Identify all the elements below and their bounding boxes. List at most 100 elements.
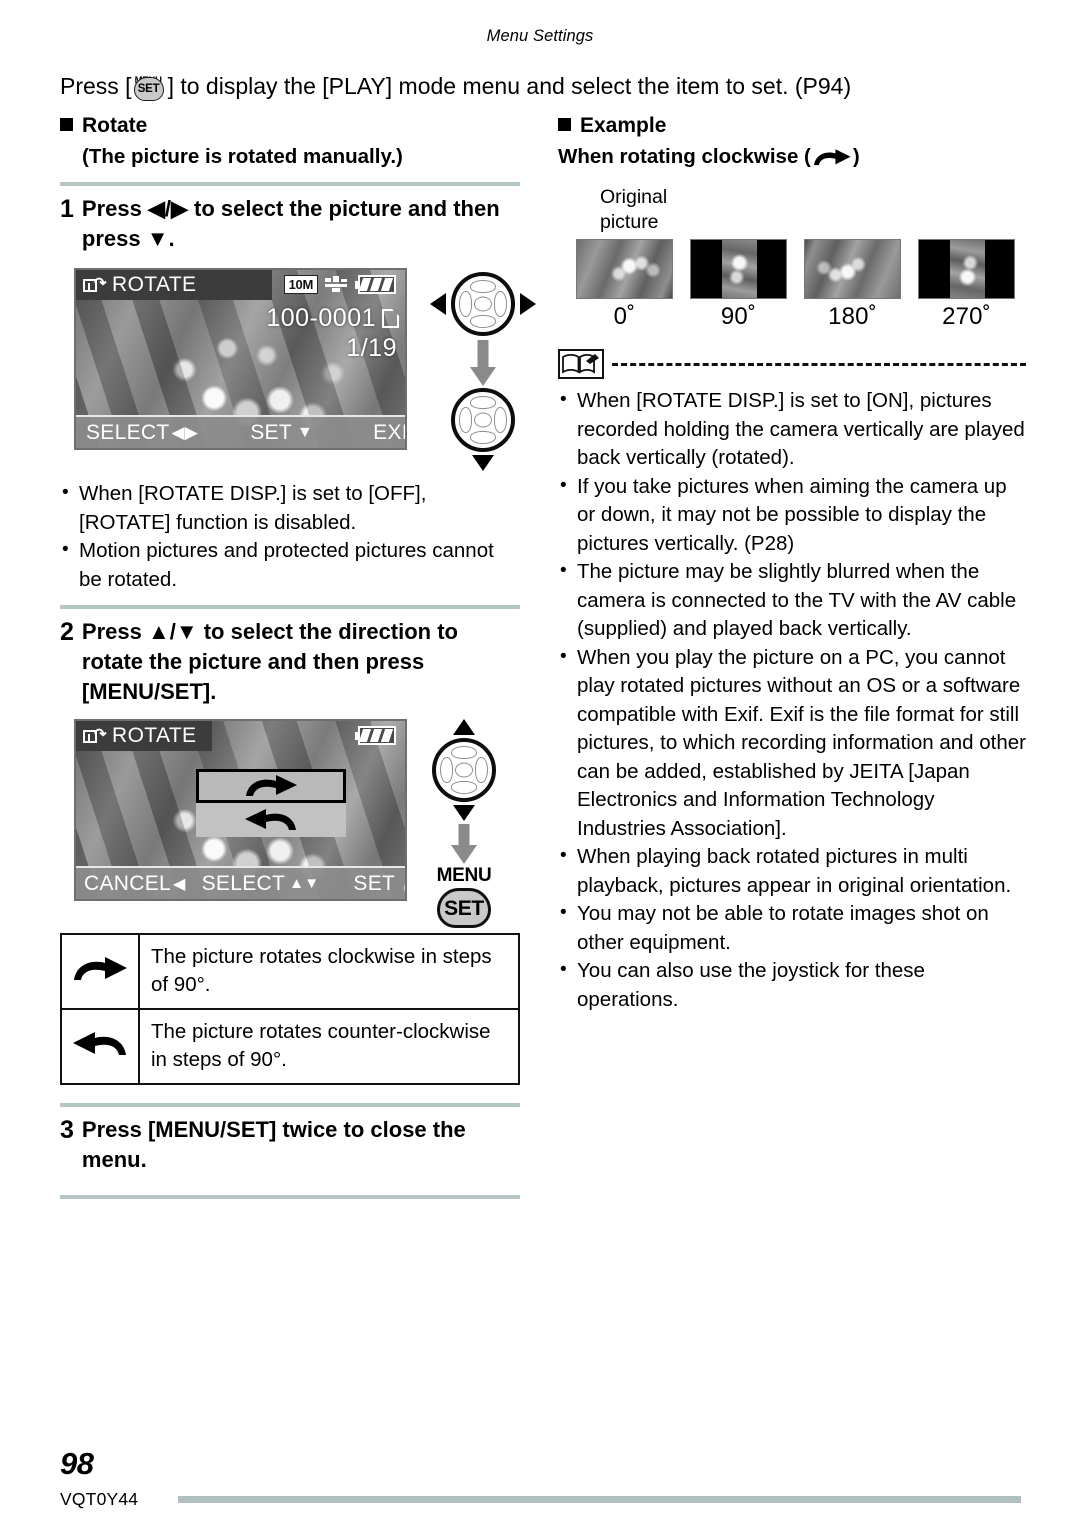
lcd-status-bar-2: CANCEL ◀ SELECT ▲▼ SET MENU SET: [76, 866, 405, 899]
note-item: When you play the picture on a PC, you c…: [558, 643, 1026, 844]
thumbnail-270: 270˚: [918, 239, 1015, 331]
thumbnail-degree-0: 0˚: [613, 303, 636, 330]
example-section-heading: Example: [558, 112, 1026, 140]
lcd-status-badges: 10M: [283, 275, 397, 294]
quality-icon: [325, 276, 348, 293]
rotation-direction-table: The picture rotates clockwise in steps o…: [60, 933, 520, 1085]
thumbnail-degree-270: 270˚: [942, 303, 991, 330]
down-arrow-icon: [472, 455, 494, 471]
menu-set-button-icon: MENU SET: [133, 70, 167, 101]
lcd-preview-screen-1: ↷ ROTATE 10M 100-0001 1/19 SELECT ◀▶ SET…: [74, 268, 407, 450]
square-bullet-icon: [558, 118, 571, 131]
clockwise-arrow-icon: [74, 957, 127, 980]
footer-divider: [178, 1496, 1021, 1503]
note-dashed-line: [612, 362, 1026, 366]
lcd-status-bar-1: SELECT ◀▶ SET ▼ EXIT MENU SET: [76, 415, 405, 448]
option-clockwise[interactable]: [196, 769, 346, 803]
status-set-label-1: SET: [250, 420, 292, 444]
menu-set-big-menu-label: MENU: [436, 865, 492, 886]
step-2-number: 2: [60, 618, 74, 646]
divider-4: [60, 1195, 520, 1199]
status-select-arrows-1: ◀▶: [171, 422, 199, 442]
table-cell-icon: [60, 933, 140, 1010]
example-section-subtitle: When rotating clockwise ( ): [558, 143, 1026, 171]
intro-text-before: Press [: [60, 73, 132, 99]
thumbnail-image-270: [918, 239, 1015, 299]
step-3: 3 Press [MENU/SET] twice to close the me…: [60, 1115, 520, 1175]
table-row: The picture rotates clockwise in steps o…: [60, 933, 520, 1010]
right-column: Example When rotating clockwise ( ) Orig…: [558, 112, 1026, 1014]
running-head: Menu Settings: [486, 27, 594, 45]
status-set-badge-2: SET: [404, 878, 405, 897]
document-code: VQT0Y44: [60, 1489, 139, 1509]
frame-counter: 1/19: [346, 334, 397, 362]
step-1: 1 Press ◀/▶ to select the picture and th…: [60, 194, 520, 254]
lcd-status-badges-2: [355, 726, 397, 745]
lcd-mode-titlebar-1: ↷ ROTATE: [76, 270, 272, 300]
table-cell-icon: [60, 1008, 140, 1085]
step-3-number: 3: [60, 1116, 74, 1144]
rotate-mode-icon: ↷: [83, 276, 107, 295]
example-section-title: Example: [580, 114, 667, 137]
rotate-section-subtitle: (The picture is rotated manually.): [82, 145, 403, 168]
up-arrow-icon: [453, 719, 475, 735]
status-menu-set-icon-2: MENU SET: [402, 871, 405, 897]
step-1-note: When [ROTATE DISP.] is set to [OFF], [RO…: [60, 479, 520, 537]
cursor-button-icon-2: [432, 738, 496, 802]
left-column: Rotate (The picture is rotated manually.…: [60, 112, 536, 1207]
status-exit-label-1: EXIT: [373, 420, 405, 444]
original-label-line-1: Original: [600, 186, 668, 208]
manual-page: Menu Settings Press [ MENU SET ] to disp…: [0, 0, 1080, 1534]
menu-set-big-set-label: SET: [437, 888, 491, 928]
option-counter-clockwise[interactable]: [196, 803, 346, 837]
right-arrow-icon: [520, 293, 536, 315]
rotation-direction-options: [196, 769, 346, 837]
status-select-label-2: SELECT: [201, 871, 286, 895]
note-item: You can also use the joystick for these …: [558, 956, 1026, 1014]
down-arrow-icon-2: [453, 805, 475, 821]
menu-set-button-illustration: MENU SET: [435, 865, 493, 928]
page-number: 98: [60, 1446, 94, 1481]
divider-1: [60, 182, 520, 186]
step-1-notes: When [ROTATE DISP.] is set to [OFF], [RO…: [60, 479, 520, 594]
counter-clockwise-arrow-icon: [245, 809, 296, 830]
rotate-section-title: Rotate: [82, 114, 148, 137]
thumbnail-180: 180˚: [804, 239, 901, 331]
table-row: The picture rotates counter-clockwise in…: [60, 1008, 520, 1085]
lcd-mode-titlebar-2: ↷ ROTATE: [76, 721, 212, 751]
left-arrow-icon: [430, 293, 446, 315]
resolution-badge: 10M: [283, 275, 318, 294]
clockwise-arrow-icon: [813, 148, 851, 165]
step-1-number: 1: [60, 195, 74, 223]
lcd-mode-label-2: ROTATE: [112, 724, 197, 747]
thumbnail-image-0: [576, 239, 673, 299]
flow-down-arrow-icon-1: [470, 340, 496, 386]
battery-icon: [355, 726, 397, 745]
original-picture-label: Original picture: [600, 185, 1026, 235]
counter-clockwise-arrow-icon: [73, 1032, 126, 1055]
status-cancel-label: CANCEL: [84, 871, 171, 895]
cursor-button-illustration-1: [430, 272, 536, 471]
cursor-button-icon-top: [451, 272, 515, 336]
right-column-notes: When [ROTATE DISP.] is set to [ON], pict…: [558, 386, 1026, 1014]
note-item: You may not be able to rotate images sho…: [558, 899, 1026, 957]
status-cancel-arrow: ◀: [173, 875, 186, 893]
table-cell-description: The picture rotates counter-clockwise in…: [138, 1008, 520, 1085]
clockwise-arrow-icon: [246, 775, 297, 796]
lcd-preview-screen-2: ↷ ROTATE CANCEL ◀ SELECT ▲▼ SET: [74, 719, 407, 901]
thumbnail-image-180: [804, 239, 901, 299]
battery-icon: [355, 275, 397, 294]
step-1-note: Motion pictures and protected pictures c…: [60, 536, 520, 594]
note-item: If you take pictures when aiming the cam…: [558, 472, 1026, 559]
example-subtitle-before: When rotating clockwise (: [558, 145, 811, 168]
rotation-example-thumbnails: 0˚ 90˚ 180˚ 270˚: [576, 239, 1026, 331]
step-2: 2 Press ▲/▼ to select the direction to r…: [60, 617, 520, 707]
square-bullet-icon: [60, 118, 73, 131]
step-1-text: Press ◀/▶ to select the picture and then…: [81, 196, 500, 251]
table-cell-description: The picture rotates clockwise in steps o…: [138, 933, 520, 1010]
original-label-line-2: picture: [600, 211, 659, 233]
rotate-mode-icon: ↷: [83, 727, 107, 746]
memory-card-icon: [382, 309, 399, 328]
file-number-readout: 100-0001: [266, 304, 399, 333]
thumbnail-90: 90˚: [690, 239, 787, 331]
